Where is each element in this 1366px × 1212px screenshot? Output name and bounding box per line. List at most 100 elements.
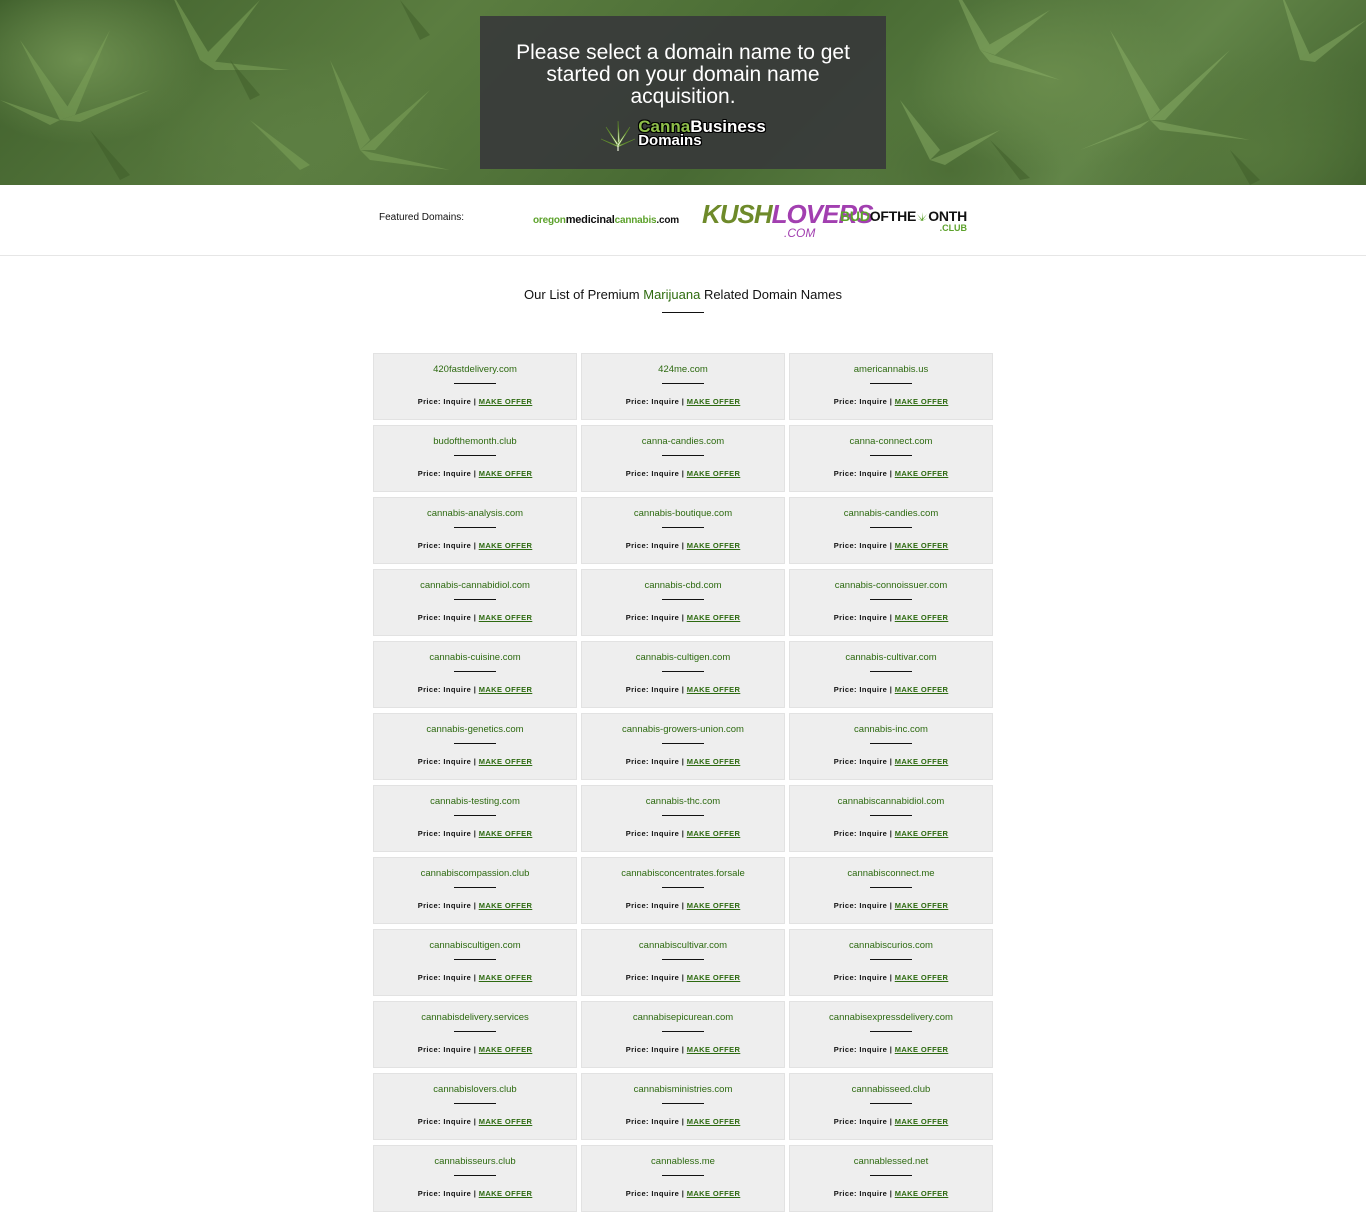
domain-divider (454, 959, 496, 960)
domain-divider (454, 1031, 496, 1032)
domain-link[interactable]: cannabiscultigen.com (374, 940, 576, 951)
domain-link[interactable]: cannabisministries.com (582, 1084, 784, 1095)
domain-link[interactable]: cannabis-inc.com (790, 724, 992, 735)
domain-link[interactable]: cannabis-analysis.com (374, 508, 576, 519)
domain-link[interactable]: 424me.com (582, 364, 784, 375)
domain-link[interactable]: cannabisexpressdelivery.com (790, 1012, 992, 1023)
domain-divider (662, 1103, 704, 1104)
make-offer-link[interactable]: MAKE OFFER (895, 469, 949, 478)
price-line: Price: Inquire | MAKE OFFER (790, 757, 992, 766)
make-offer-link[interactable]: MAKE OFFER (687, 541, 741, 550)
domain-link[interactable]: cannabis-cultigen.com (582, 652, 784, 663)
domain-link[interactable]: cannabis-boutique.com (582, 508, 784, 519)
price-text: Price: Inquire | (417, 541, 479, 550)
make-offer-link[interactable]: MAKE OFFER (687, 1117, 741, 1126)
make-offer-link[interactable]: MAKE OFFER (895, 397, 949, 406)
make-offer-link[interactable]: MAKE OFFER (479, 757, 533, 766)
domain-card: cannabis-cannabidiol.com Price: Inquire |… (373, 569, 577, 636)
domain-link[interactable]: cannablessed.net (790, 1156, 992, 1167)
make-offer-link[interactable]: MAKE OFFER (687, 1189, 741, 1198)
make-offer-link[interactable]: MAKE OFFER (479, 541, 533, 550)
make-offer-link[interactable]: MAKE OFFER (895, 901, 949, 910)
make-offer-link[interactable]: MAKE OFFER (687, 901, 741, 910)
domain-link[interactable]: 420fastdelivery.com (374, 364, 576, 375)
price-text: Price: Inquire | (833, 685, 895, 694)
featured-budofthemonth-logo[interactable]: BUDOFTHE ONTH .CLUB (840, 209, 967, 233)
make-offer-link[interactable]: MAKE OFFER (687, 685, 741, 694)
price-line: Price: Inquire | MAKE OFFER (790, 397, 992, 406)
domain-link[interactable]: cannabis-genetics.com (374, 724, 576, 735)
domain-link[interactable]: cannabiscompassion.club (374, 868, 576, 879)
price-text: Price: Inquire | (417, 973, 479, 982)
domain-link[interactable]: cannabis-cbd.com (582, 580, 784, 591)
domain-divider (662, 743, 704, 744)
domain-link[interactable]: cannabis-connoissuer.com (790, 580, 992, 591)
domain-link[interactable]: cannabis-candies.com (790, 508, 992, 519)
make-offer-link[interactable]: MAKE OFFER (687, 973, 741, 982)
make-offer-link[interactable]: MAKE OFFER (479, 685, 533, 694)
domain-link[interactable]: cannabis-cannabidiol.com (374, 580, 576, 591)
make-offer-link[interactable]: MAKE OFFER (479, 1189, 533, 1198)
domain-link[interactable]: budofthemonth.club (374, 436, 576, 447)
make-offer-link[interactable]: MAKE OFFER (479, 613, 533, 622)
domain-link[interactable]: cannabless.me (582, 1156, 784, 1167)
price-text: Price: Inquire | (833, 1189, 895, 1198)
make-offer-link[interactable]: MAKE OFFER (479, 469, 533, 478)
domain-link[interactable]: cannabis-growers-union.com (582, 724, 784, 735)
make-offer-link[interactable]: MAKE OFFER (895, 1189, 949, 1198)
price-line: Price: Inquire | MAKE OFFER (790, 541, 992, 550)
domain-divider (662, 1175, 704, 1176)
make-offer-link[interactable]: MAKE OFFER (687, 1045, 741, 1054)
make-offer-link[interactable]: MAKE OFFER (687, 397, 741, 406)
cannabusiness-domains-logo[interactable]: CannaBusiness Domains (480, 114, 886, 154)
price-text: Price: Inquire | (417, 469, 479, 478)
make-offer-link[interactable]: MAKE OFFER (895, 613, 949, 622)
domain-link[interactable]: cannabis-cuisine.com (374, 652, 576, 663)
domain-link[interactable]: cannabis-cultivar.com (790, 652, 992, 663)
make-offer-link[interactable]: MAKE OFFER (687, 757, 741, 766)
make-offer-link[interactable]: MAKE OFFER (895, 973, 949, 982)
make-offer-link[interactable]: MAKE OFFER (895, 685, 949, 694)
make-offer-link[interactable]: MAKE OFFER (479, 973, 533, 982)
logo-text-bud: BUD (840, 208, 870, 224)
make-offer-link[interactable]: MAKE OFFER (479, 1117, 533, 1126)
make-offer-link[interactable]: MAKE OFFER (687, 469, 741, 478)
domain-link[interactable]: cannabisseed.club (790, 1084, 992, 1095)
make-offer-link[interactable]: MAKE OFFER (895, 1045, 949, 1054)
domain-divider (870, 455, 912, 456)
domain-link[interactable]: cannabisconcentrates.forsale (582, 868, 784, 879)
domain-link[interactable]: cannabisdelivery.services (374, 1012, 576, 1023)
hero-callout: Please select a domain name to get start… (480, 16, 886, 169)
domain-link[interactable]: americannabis.us (790, 364, 992, 375)
price-line: Price: Inquire | MAKE OFFER (582, 469, 784, 478)
featured-oregonmedicinalcannabis-logo[interactable]: oregon medicinal cannabis .com (533, 205, 679, 235)
domain-link[interactable]: canna-connect.com (790, 436, 992, 447)
make-offer-link[interactable]: MAKE OFFER (479, 397, 533, 406)
domain-link[interactable]: cannabiscultivar.com (582, 940, 784, 951)
make-offer-link[interactable]: MAKE OFFER (479, 901, 533, 910)
domain-link[interactable]: cannabiscurios.com (790, 940, 992, 951)
domain-link[interactable]: cannabisconnect.me (790, 868, 992, 879)
domain-link[interactable]: cannabis-testing.com (374, 796, 576, 807)
price-line: Price: Inquire | MAKE OFFER (374, 1189, 576, 1198)
logo-text-medicinal: medicinal (565, 214, 615, 226)
domain-divider (454, 1175, 496, 1176)
domain-link[interactable]: cannabiscannabidiol.com (790, 796, 992, 807)
make-offer-link[interactable]: MAKE OFFER (895, 757, 949, 766)
make-offer-link[interactable]: MAKE OFFER (687, 829, 741, 838)
price-text: Price: Inquire | (833, 397, 895, 406)
domain-link[interactable]: canna-candies.com (582, 436, 784, 447)
make-offer-link[interactable]: MAKE OFFER (895, 829, 949, 838)
make-offer-link[interactable]: MAKE OFFER (687, 613, 741, 622)
price-text: Price: Inquire | (417, 1045, 479, 1054)
domain-link[interactable]: cannabisseurs.club (374, 1156, 576, 1167)
make-offer-link[interactable]: MAKE OFFER (479, 829, 533, 838)
make-offer-link[interactable]: MAKE OFFER (479, 1045, 533, 1054)
make-offer-link[interactable]: MAKE OFFER (895, 541, 949, 550)
make-offer-link[interactable]: MAKE OFFER (895, 1117, 949, 1126)
domain-link[interactable]: cannabis-thc.com (582, 796, 784, 807)
domain-link[interactable]: cannabisepicurean.com (582, 1012, 784, 1023)
domain-link[interactable]: cannabislovers.club (374, 1084, 576, 1095)
price-text: Price: Inquire | (625, 541, 687, 550)
domain-divider (662, 959, 704, 960)
